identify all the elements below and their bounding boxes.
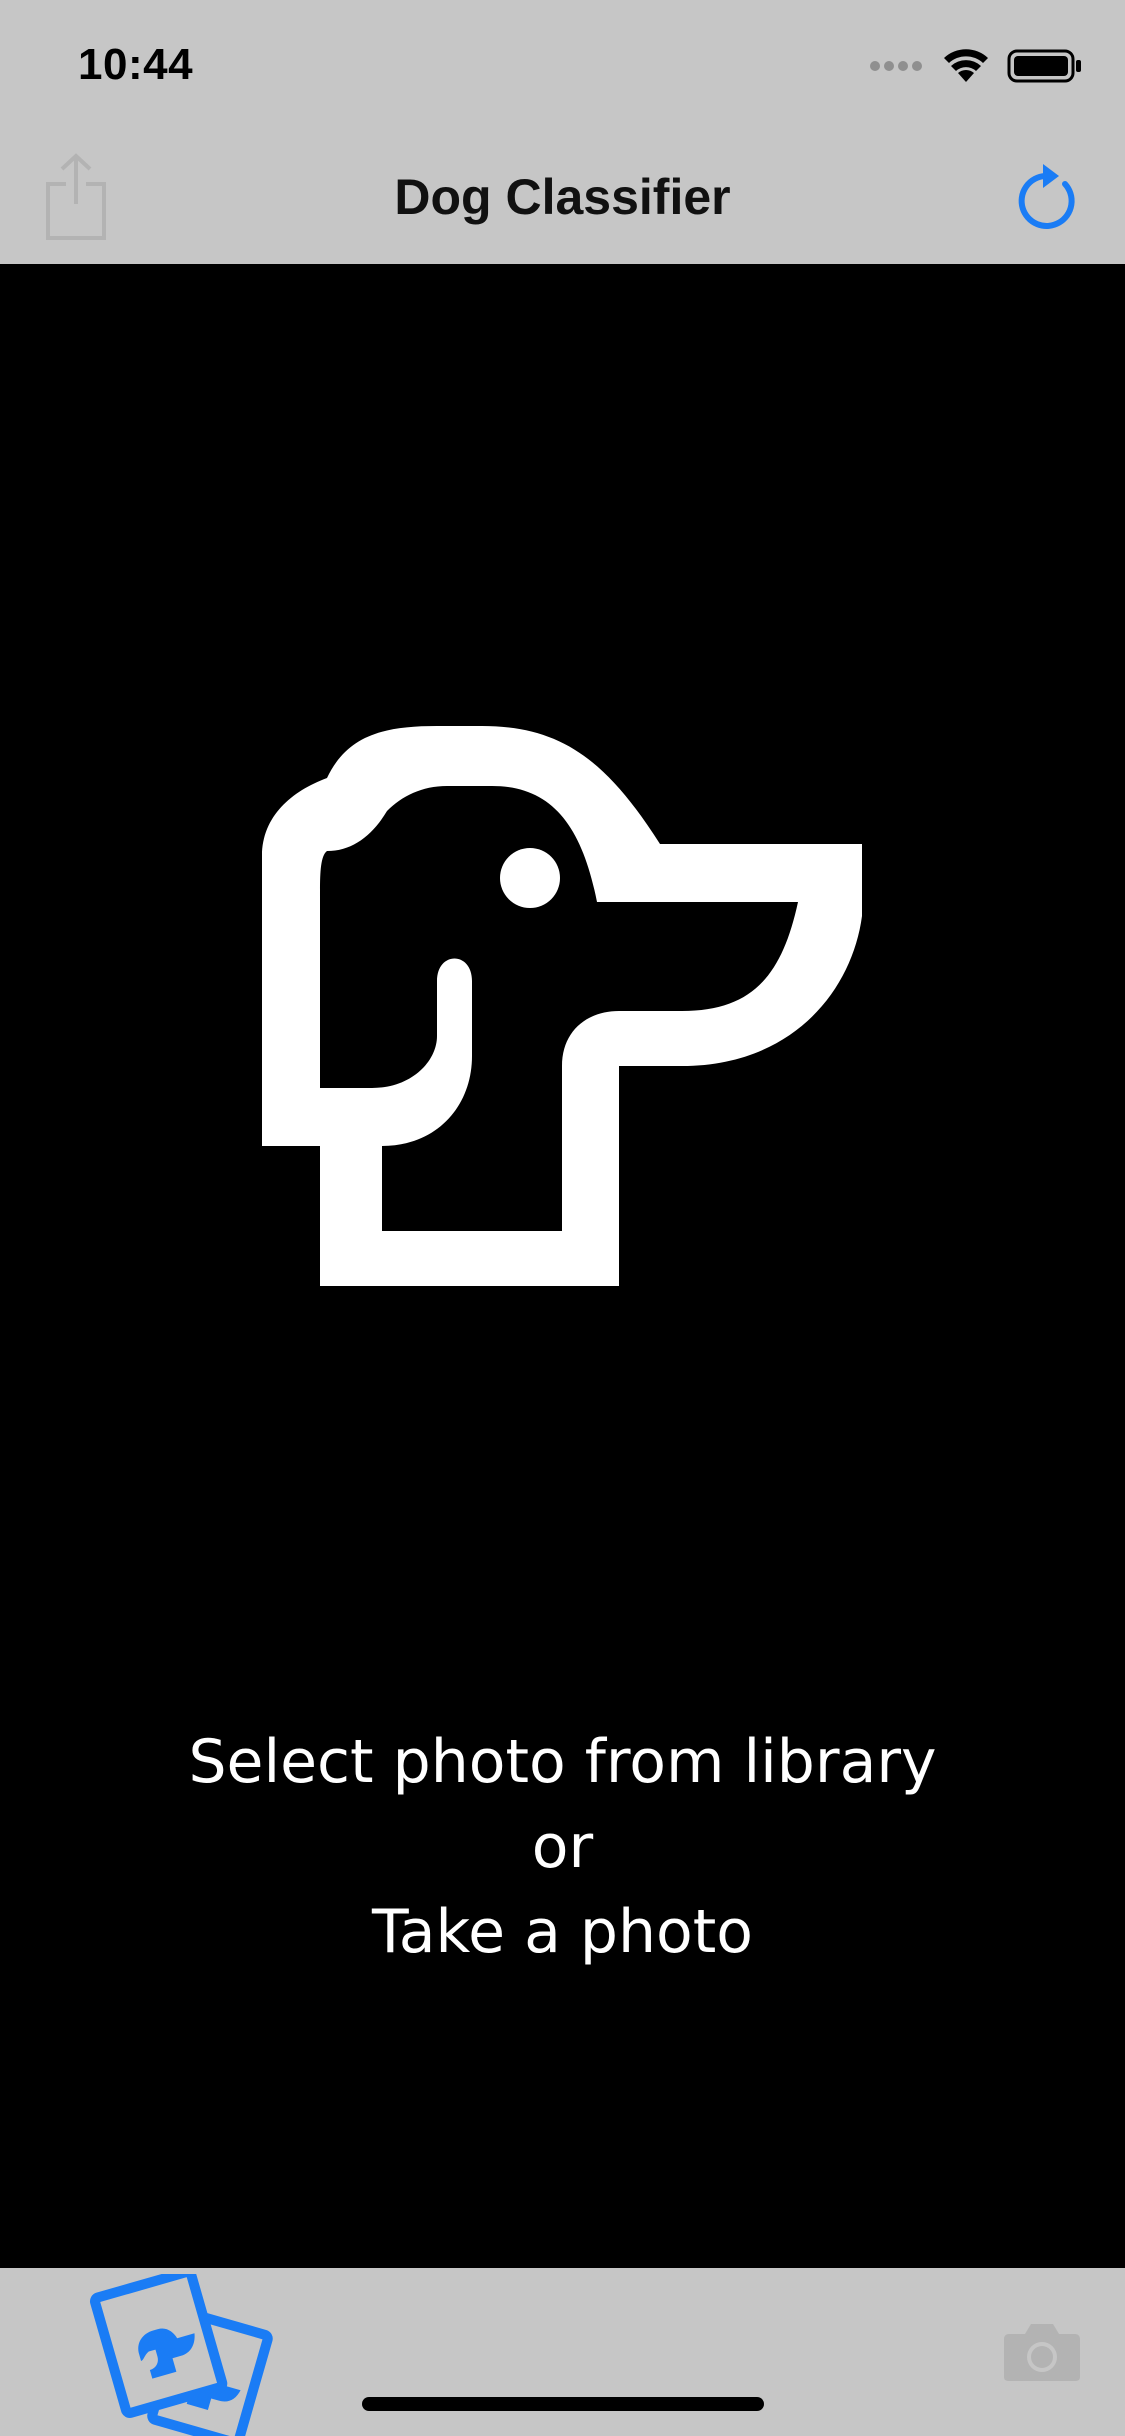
app-screen: 10:44 Dog Classifier Select photo from l…	[0, 0, 1125, 2436]
camera-icon	[1004, 2324, 1080, 2381]
prompt-line: Take a photo	[372, 1897, 753, 1967]
home-indicator[interactable]	[362, 2397, 764, 2411]
top-bar: 10:44 Dog Classifier	[0, 0, 1125, 264]
signal-dots-icon	[870, 61, 922, 71]
dog-head-icon	[262, 726, 862, 1286]
prompt-line: or	[531, 1812, 594, 1882]
photo-library-button[interactable]	[88, 2266, 278, 2436]
wifi-icon	[944, 49, 988, 82]
photo-library-icon	[89, 2266, 273, 2436]
nav-title: Dog Classifier	[394, 169, 731, 225]
status-icons	[869, 48, 1083, 84]
battery-icon	[1007, 49, 1081, 83]
prompt-line: Select photo from library	[188, 1727, 937, 1797]
prompt-text: Select photo from library or Take a phot…	[0, 1720, 1125, 1975]
camera-button[interactable]	[1003, 2322, 1081, 2382]
refresh-button[interactable]	[1015, 160, 1083, 232]
status-time: 10:44	[78, 40, 194, 89]
main-content: Select photo from library or Take a phot…	[0, 264, 1125, 2268]
refresh-icon	[1018, 164, 1075, 229]
